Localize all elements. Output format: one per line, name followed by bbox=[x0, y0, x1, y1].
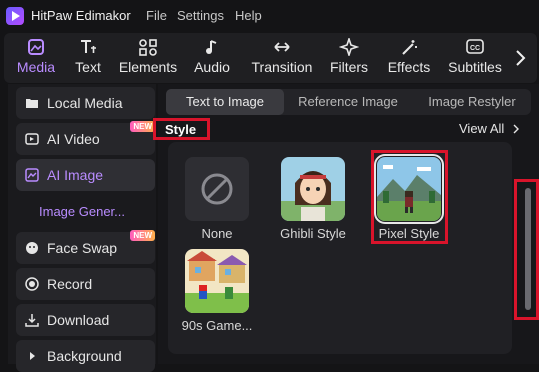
sidebar-item-label: AI Image bbox=[47, 167, 104, 183]
tab-transition[interactable]: Transition bbox=[248, 33, 316, 83]
view-all-link[interactable]: View All bbox=[459, 121, 504, 136]
tab-filters[interactable]: Filters bbox=[327, 33, 371, 83]
sidebar-item-download[interactable]: Download bbox=[16, 304, 155, 336]
chevron-right-icon bbox=[30, 352, 35, 360]
tab-bar: Text to Image Reference Image Image Rest… bbox=[166, 89, 531, 115]
tab-media-label: Media bbox=[16, 59, 56, 75]
highlight-box-scrollbar bbox=[514, 179, 539, 320]
sidebar-item-label: Background bbox=[47, 348, 122, 364]
tab-audio-label: Audio bbox=[194, 59, 230, 75]
image-icon bbox=[25, 168, 39, 182]
music-note-icon bbox=[206, 40, 217, 54]
menu-help[interactable]: Help bbox=[235, 8, 262, 23]
tab-subtitles-label: Subtitles bbox=[448, 59, 502, 75]
tab-elements-label: Elements bbox=[118, 59, 178, 75]
sidebar-item-ai-image[interactable]: AI Image bbox=[16, 159, 155, 191]
media-icon bbox=[28, 39, 44, 55]
style-label-ghibli: Ghibli Style bbox=[280, 226, 346, 241]
style-card-ghibli[interactable] bbox=[281, 157, 345, 221]
tab-reference-image[interactable]: Reference Image bbox=[289, 89, 407, 115]
text-icon bbox=[81, 40, 96, 53]
title-bar: HitPaw Edimakor File Settings Help bbox=[0, 0, 539, 32]
new-badge: NEW bbox=[130, 121, 155, 132]
highlight-box-pixel-style bbox=[371, 150, 448, 244]
app-logo-icon bbox=[6, 7, 24, 25]
elements-icon bbox=[139, 39, 157, 56]
style-label-none: None bbox=[201, 226, 233, 241]
folder-icon bbox=[26, 99, 38, 108]
sidebar-item-ai-video[interactable]: AI Video NEW bbox=[16, 121, 155, 155]
highlight-box-style bbox=[153, 118, 210, 140]
sidebar-item-label: Local Media bbox=[47, 95, 123, 111]
style-card-none[interactable] bbox=[185, 157, 249, 221]
sidebar-item-local-media[interactable]: Local Media bbox=[16, 87, 155, 119]
90s-game-style-thumbnail bbox=[185, 249, 249, 313]
tab-filters-label: Filters bbox=[329, 59, 369, 75]
transition-arrows-icon bbox=[274, 42, 290, 52]
sidebar-subitem-image-generator[interactable]: Image Gener... bbox=[39, 204, 125, 219]
tab-subtitles[interactable]: CC Subtitles bbox=[446, 33, 504, 83]
sidebar: Local Media AI Video NEW AI Image Face S… bbox=[8, 84, 156, 372]
style-card-90s-game[interactable] bbox=[185, 249, 249, 313]
video-play-icon bbox=[25, 133, 39, 145]
cc-icon: CC bbox=[466, 39, 484, 54]
download-icon bbox=[25, 314, 39, 327]
tab-effects-label: Effects bbox=[387, 59, 431, 75]
main-toolbar: Media Text Elements Audio Transition Fil… bbox=[4, 33, 537, 83]
sidebar-item-label: Record bbox=[47, 276, 93, 292]
sparkle-icon bbox=[339, 38, 359, 56]
face-icon bbox=[26, 242, 38, 254]
sidebar-item-label: Download bbox=[47, 312, 110, 328]
tab-effects[interactable]: Effects bbox=[384, 33, 434, 83]
no-style-icon bbox=[201, 173, 233, 205]
chevron-right-icon[interactable] bbox=[512, 124, 520, 134]
tab-text-label: Text bbox=[75, 59, 101, 75]
ghibli-style-thumbnail bbox=[281, 157, 345, 221]
menu-file[interactable]: File bbox=[146, 8, 167, 23]
sidebar-item-label: Face Swap bbox=[47, 240, 118, 256]
sidebar-item-label: AI Video bbox=[47, 131, 100, 147]
menu-settings[interactable]: Settings bbox=[177, 8, 224, 23]
tab-elements[interactable]: Elements bbox=[117, 33, 179, 83]
tab-image-restyler[interactable]: Image Restyler bbox=[413, 89, 531, 115]
effects-wand-icon bbox=[402, 40, 417, 55]
tab-transition-label: Transition bbox=[251, 59, 313, 75]
svg-text:CC: CC bbox=[470, 45, 480, 52]
record-icon bbox=[25, 277, 39, 291]
new-badge: NEW bbox=[130, 230, 155, 241]
sidebar-item-background[interactable]: Background bbox=[16, 340, 155, 372]
sidebar-item-record[interactable]: Record bbox=[16, 268, 155, 300]
tab-text[interactable]: Text bbox=[70, 33, 106, 83]
tab-audio[interactable]: Audio bbox=[190, 33, 234, 83]
sidebar-item-face-swap[interactable]: Face Swap NEW bbox=[16, 230, 155, 264]
style-label-90s-game: 90s Game... bbox=[181, 318, 253, 333]
chevron-right-icon[interactable] bbox=[510, 41, 532, 75]
tab-media[interactable]: Media bbox=[12, 33, 60, 83]
app-name: HitPaw Edimakor bbox=[31, 8, 131, 23]
tab-text-to-image[interactable]: Text to Image bbox=[166, 89, 284, 115]
